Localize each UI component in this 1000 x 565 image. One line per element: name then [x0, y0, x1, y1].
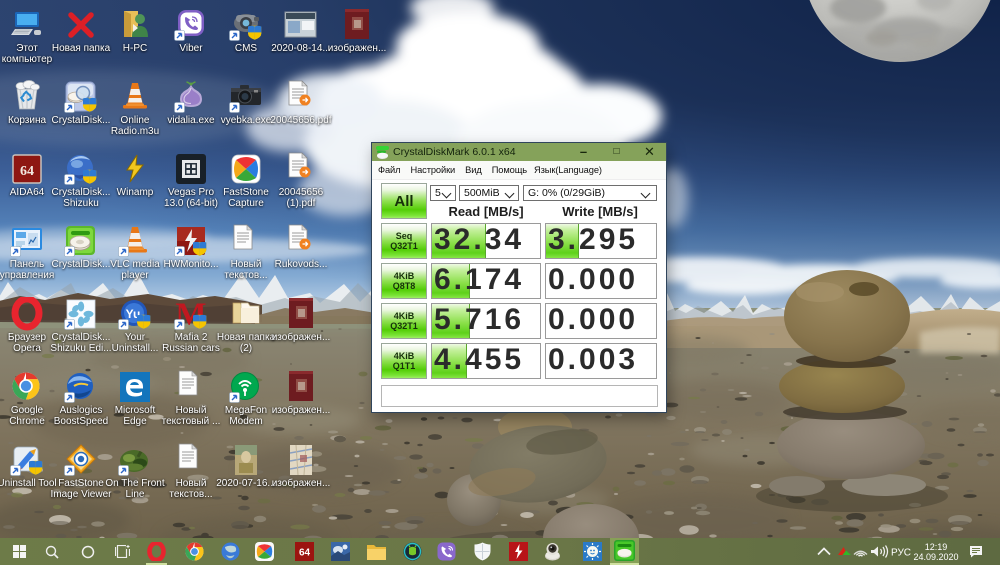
- svg-text:64: 64: [20, 164, 34, 179]
